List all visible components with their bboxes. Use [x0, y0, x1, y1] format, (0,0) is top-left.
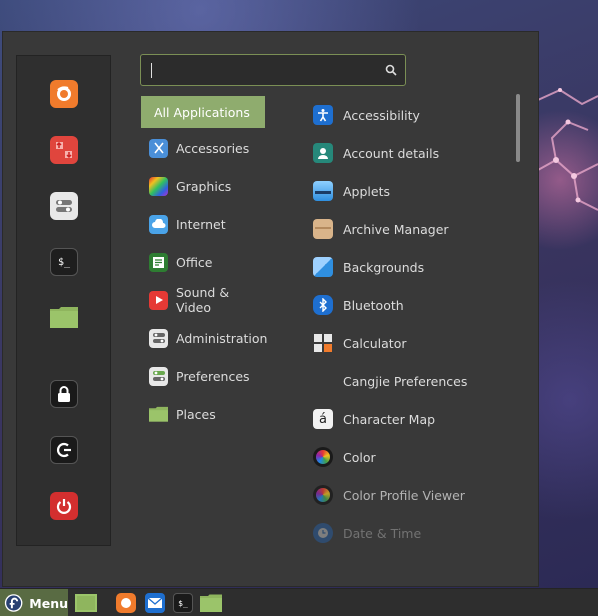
app-cangjie-preferences[interactable]: Cangjie Preferences [309, 365, 509, 397]
category-accessories[interactable]: Accessories [141, 132, 265, 164]
terminal-icon: $_ [173, 593, 193, 613]
app-color[interactable]: Color [309, 441, 509, 473]
files-icon [49, 305, 79, 332]
app-label: Calculator [343, 335, 407, 351]
favorite-firefox[interactable] [48, 78, 80, 110]
app-label: Date & Time [343, 525, 422, 541]
mail-icon [145, 593, 165, 613]
archive-icon [313, 219, 333, 239]
cangjie-placeholder [313, 371, 333, 391]
app-label: Applets [343, 183, 390, 199]
menu-button[interactable]: Menu [0, 589, 68, 616]
preferences-icon [149, 366, 168, 386]
favorite-system-settings[interactable] [48, 190, 80, 222]
clock-icon [313, 523, 333, 543]
category-preferences[interactable]: Preferences [141, 360, 265, 392]
internet-icon [149, 214, 168, 234]
logout-icon [50, 436, 78, 464]
favorites-sidebar: $_ [16, 55, 111, 546]
firefox-icon [50, 80, 78, 108]
category-label: Places [176, 406, 216, 422]
category-label: Preferences [176, 368, 250, 384]
account-icon [313, 143, 333, 163]
favorite-logout[interactable] [48, 434, 80, 466]
app-label: Accessibility [343, 107, 420, 123]
search-input[interactable] [140, 54, 406, 86]
favorite-files[interactable] [48, 302, 80, 334]
taskbar-mail[interactable] [143, 591, 167, 615]
app-backgrounds[interactable]: Backgrounds [309, 251, 509, 283]
taskbar-terminal[interactable]: $_ [171, 591, 195, 615]
software-manager-icon [50, 136, 78, 164]
app-accessibility[interactable]: Accessibility [309, 99, 509, 131]
fedora-logo-icon [4, 594, 23, 612]
backgrounds-icon [313, 257, 333, 277]
category-label: All Applications [154, 104, 250, 120]
app-label: Cangjie Preferences [343, 373, 468, 389]
files-icon [200, 594, 222, 612]
accessories-icon [149, 138, 168, 158]
office-icon [149, 252, 168, 272]
terminal-icon: $_ [50, 248, 78, 276]
administration-icon [149, 328, 168, 348]
app-label: Archive Manager [343, 221, 449, 237]
application-menu: $_ All Applications Accessories Graphics… [2, 31, 539, 587]
wallpaper-molecule-graphic [538, 88, 598, 211]
taskbar-firefox[interactable] [114, 591, 138, 615]
category-label: Internet [176, 216, 226, 232]
firefox-icon [116, 593, 136, 613]
category-label: Office [176, 254, 213, 270]
taskbar-files[interactable] [199, 591, 223, 615]
category-administration[interactable]: Administration [141, 322, 268, 354]
folder-icon [149, 405, 168, 424]
category-graphics[interactable]: Graphics [141, 170, 265, 202]
app-calculator[interactable]: Calculator [309, 327, 509, 359]
accessibility-icon [313, 105, 333, 125]
app-label: Backgrounds [343, 259, 425, 275]
bluetooth-icon [313, 295, 333, 315]
category-places[interactable]: Places [141, 398, 265, 430]
category-internet[interactable]: Internet [141, 208, 265, 240]
app-list-scrollbar[interactable] [516, 94, 520, 162]
favorite-software-manager[interactable] [48, 134, 80, 166]
graphics-icon [149, 176, 168, 196]
show-desktop-button[interactable] [74, 591, 98, 615]
app-label: Color Profile Viewer [343, 487, 465, 503]
menu-label: Menu [29, 595, 68, 611]
favorite-terminal[interactable]: $_ [48, 246, 80, 278]
settings-icon [50, 192, 78, 220]
app-applets[interactable]: Applets [309, 175, 509, 207]
text-cursor [151, 63, 152, 78]
favorite-power[interactable] [48, 490, 80, 522]
category-label: Administration [176, 330, 268, 346]
category-label: Accessories [176, 140, 250, 156]
app-account-details[interactable]: Account details [309, 137, 509, 169]
calculator-icon [313, 333, 333, 353]
show-desktop-icon [75, 594, 97, 612]
color-profile-icon [313, 485, 333, 505]
app-date-time[interactable]: Date & Time [309, 517, 509, 549]
app-color-profile-viewer[interactable]: Color Profile Viewer [309, 479, 509, 511]
app-label: Color [343, 449, 376, 465]
color-icon [313, 447, 333, 467]
power-icon [50, 492, 78, 520]
character-map-icon: á [313, 409, 333, 429]
search-icon [385, 64, 397, 76]
app-bluetooth[interactable]: Bluetooth [309, 289, 509, 321]
app-label: Bluetooth [343, 297, 404, 313]
sound-video-icon [149, 290, 168, 310]
applets-icon [313, 181, 333, 201]
category-sound-video[interactable]: Sound & Video [141, 284, 265, 316]
lock-icon [50, 380, 78, 408]
favorite-lock-screen[interactable] [48, 378, 80, 410]
app-archive-manager[interactable]: Archive Manager [309, 213, 509, 245]
app-label: Account details [343, 145, 440, 161]
taskbar: Menu $_ [0, 588, 598, 616]
app-label: Character Map [343, 411, 436, 427]
category-office[interactable]: Office [141, 246, 265, 278]
category-label: Graphics [176, 178, 232, 194]
app-character-map[interactable]: á Character Map [309, 403, 509, 435]
category-all-applications[interactable]: All Applications [141, 96, 265, 128]
category-label: Sound & Video [176, 285, 230, 315]
